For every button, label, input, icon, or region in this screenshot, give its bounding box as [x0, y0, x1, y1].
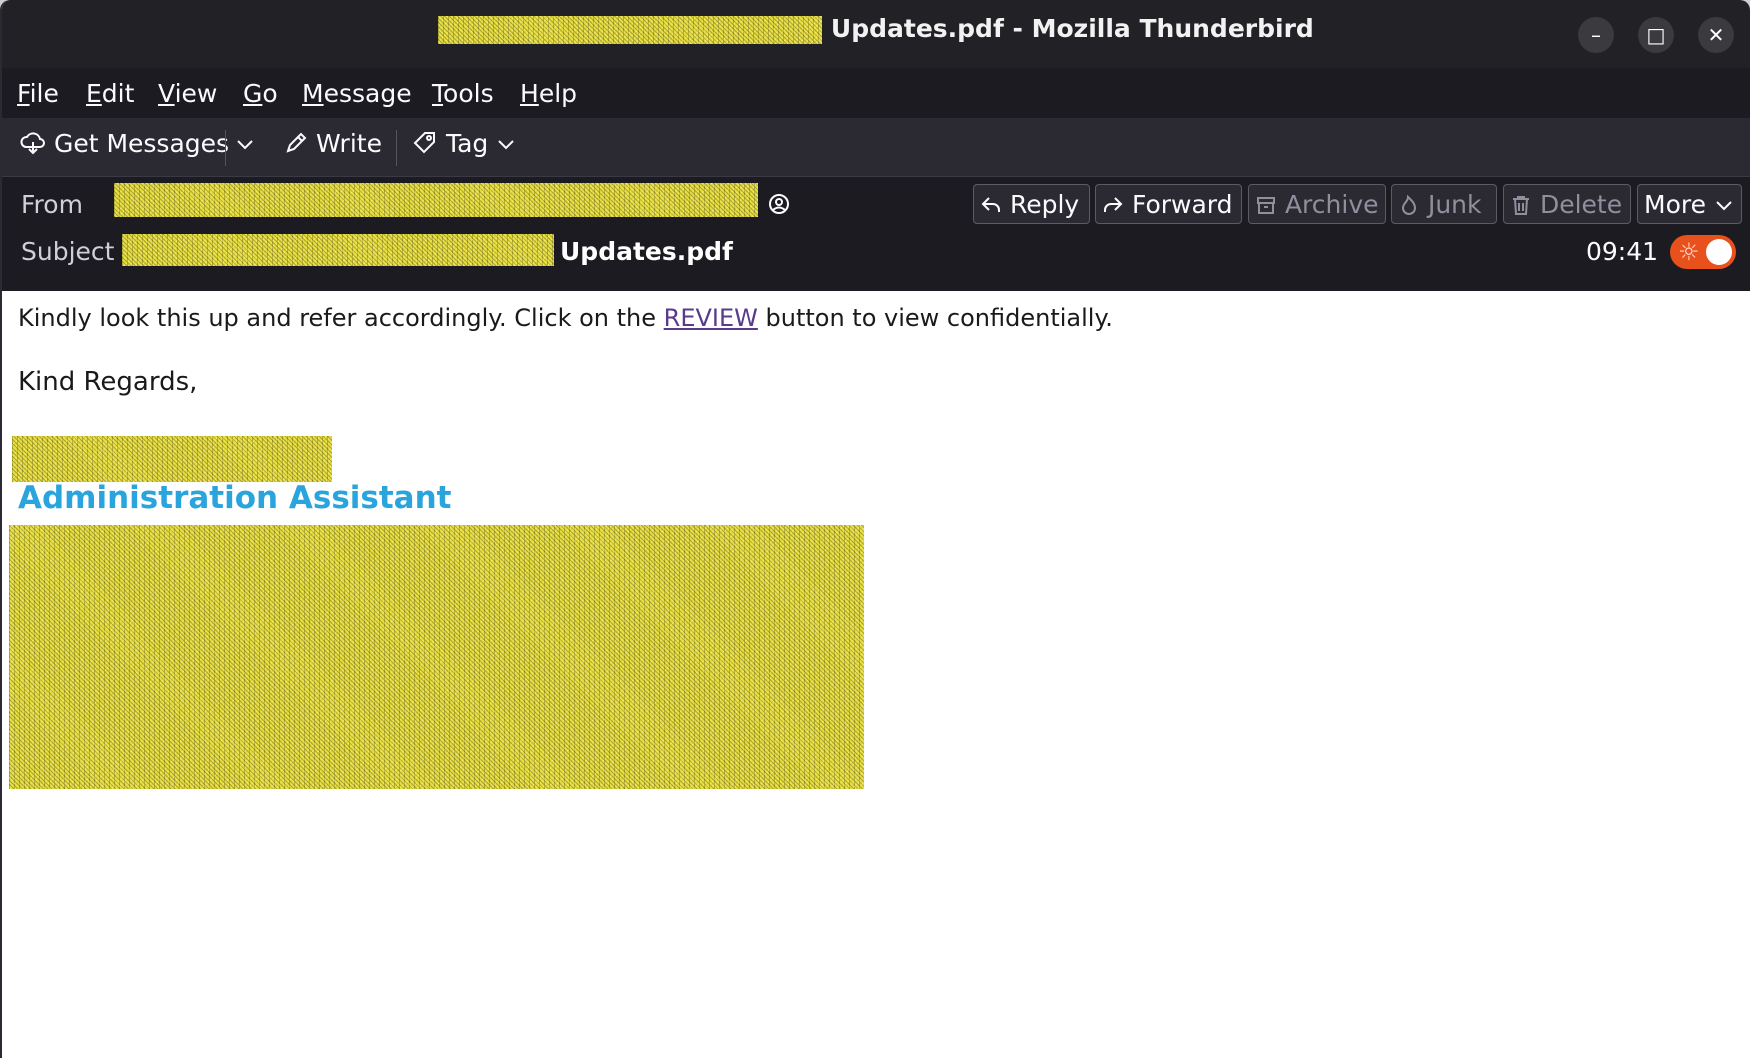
menu-view[interactable]: View [158, 79, 217, 108]
menu-file-label: ile [29, 79, 59, 108]
archive-button[interactable]: Archive [1248, 184, 1386, 224]
menu-edit-label: dit [101, 79, 135, 108]
reply-label: Reply [1009, 190, 1080, 219]
body-line: Kindly look this up and refer accordingl… [18, 304, 1113, 332]
message-body: Kindly look this up and refer accordingl… [2, 291, 1750, 1058]
toggle-knob [1706, 239, 1732, 265]
reply-button[interactable]: Reply [973, 184, 1090, 224]
tag-label: Tag [445, 129, 489, 158]
flame-icon [1401, 194, 1417, 216]
tag-button[interactable]: Tag [412, 129, 516, 158]
closing-regards: Kind Regards, [18, 367, 198, 397]
menu-go[interactable]: Go [243, 79, 278, 108]
menu-tools[interactable]: Tools [432, 79, 494, 108]
from-label: From [21, 190, 83, 219]
forward-button[interactable]: Forward [1095, 184, 1242, 224]
window-title-text: Updates.pdf - Mozilla Thunderbird [830, 14, 1314, 43]
menu-view-mnemonic: V [158, 79, 175, 108]
close-button[interactable]: ✕ [1698, 17, 1734, 53]
reply-icon [981, 197, 1000, 212]
thunderbird-window: Updates.pdf - Mozilla Thunderbird – □ ✕ … [0, 0, 1750, 1058]
dark-mode-toggle[interactable]: ☼ [1670, 235, 1736, 269]
minimize-button[interactable]: – [1578, 17, 1614, 53]
menu-file-mnemonic: F [17, 79, 30, 108]
archive-icon [1257, 197, 1275, 214]
menu-bar: File Edit View Go Message Tools Help [2, 68, 1750, 118]
write-label: Write [315, 129, 382, 158]
message-header: From Reply Forward Archive Junk Delete M… [2, 176, 1750, 291]
get-messages-dropdown[interactable] [234, 129, 256, 158]
junk-label: Junk [1427, 190, 1482, 219]
tag-icon [413, 132, 435, 154]
menu-go-label: o [262, 79, 278, 108]
chevron-down-icon [1716, 201, 1732, 211]
junk-button[interactable]: Junk [1391, 184, 1497, 224]
minimize-icon: – [1591, 23, 1601, 47]
forward-label: Forward [1131, 190, 1233, 219]
maximize-button[interactable]: □ [1638, 17, 1674, 53]
pencil-icon [286, 132, 307, 153]
toolbar-divider [225, 130, 226, 166]
menu-tools-label: ools [443, 79, 494, 108]
toolbar-divider [396, 130, 397, 166]
menu-help-label: elp [538, 79, 578, 108]
more-label: More [1644, 190, 1706, 219]
write-button[interactable]: Write [284, 129, 382, 158]
redacted-subject-prefix [438, 16, 823, 44]
window-title: Updates.pdf - Mozilla Thunderbird [2, 14, 1750, 44]
menu-tools-mnemonic: T [432, 79, 444, 108]
get-messages-label: Get Messages [53, 129, 230, 158]
close-icon: ✕ [1707, 23, 1725, 47]
forward-icon [1104, 197, 1123, 212]
menu-help[interactable]: Help [520, 79, 577, 108]
menu-message-mnemonic: M [302, 79, 324, 108]
body-text-after: button to view confidentially. [757, 304, 1113, 332]
title-bar: Updates.pdf - Mozilla Thunderbird – □ ✕ [2, 0, 1750, 68]
archive-label: Archive [1284, 190, 1379, 219]
delete-label: Delete [1539, 190, 1623, 219]
subject-text: Updates.pdf [560, 237, 733, 266]
more-button[interactable]: More [1637, 184, 1742, 224]
menu-view-label: iew [174, 79, 218, 108]
signature-title: Administration Assistant [18, 480, 452, 516]
get-messages-button[interactable]: Get Messages [20, 129, 229, 158]
redacted-sender[interactable] [114, 183, 758, 217]
message-time: 09:41 [1586, 237, 1659, 266]
menu-edit-mnemonic: E [86, 79, 102, 108]
body-text-before: Kindly look this up and refer accordingl… [18, 304, 664, 332]
redacted-signature-name [12, 436, 332, 482]
chevron-down-icon [237, 140, 253, 150]
menu-file[interactable]: File [17, 79, 59, 108]
menu-help-mnemonic: H [520, 79, 539, 108]
menu-edit[interactable]: Edit [86, 79, 134, 108]
trash-icon [1513, 196, 1529, 215]
redacted-signature-block [9, 525, 864, 789]
mail-toolbar: Get Messages Write Tag [2, 118, 1750, 176]
menu-message[interactable]: Message [302, 79, 412, 108]
menu-message-label: essage [323, 79, 412, 108]
contact-icon[interactable] [768, 193, 790, 215]
maximize-icon: □ [1646, 23, 1666, 47]
review-link[interactable]: REVIEW [664, 304, 758, 332]
redacted-subject [122, 234, 554, 266]
sun-icon: ☼ [1678, 238, 1700, 266]
chevron-down-icon [498, 140, 514, 150]
cloud-download-icon [20, 132, 45, 155]
delete-button[interactable]: Delete [1503, 184, 1631, 224]
menu-go-mnemonic: G [243, 79, 263, 108]
subject-label: Subject [21, 237, 115, 266]
